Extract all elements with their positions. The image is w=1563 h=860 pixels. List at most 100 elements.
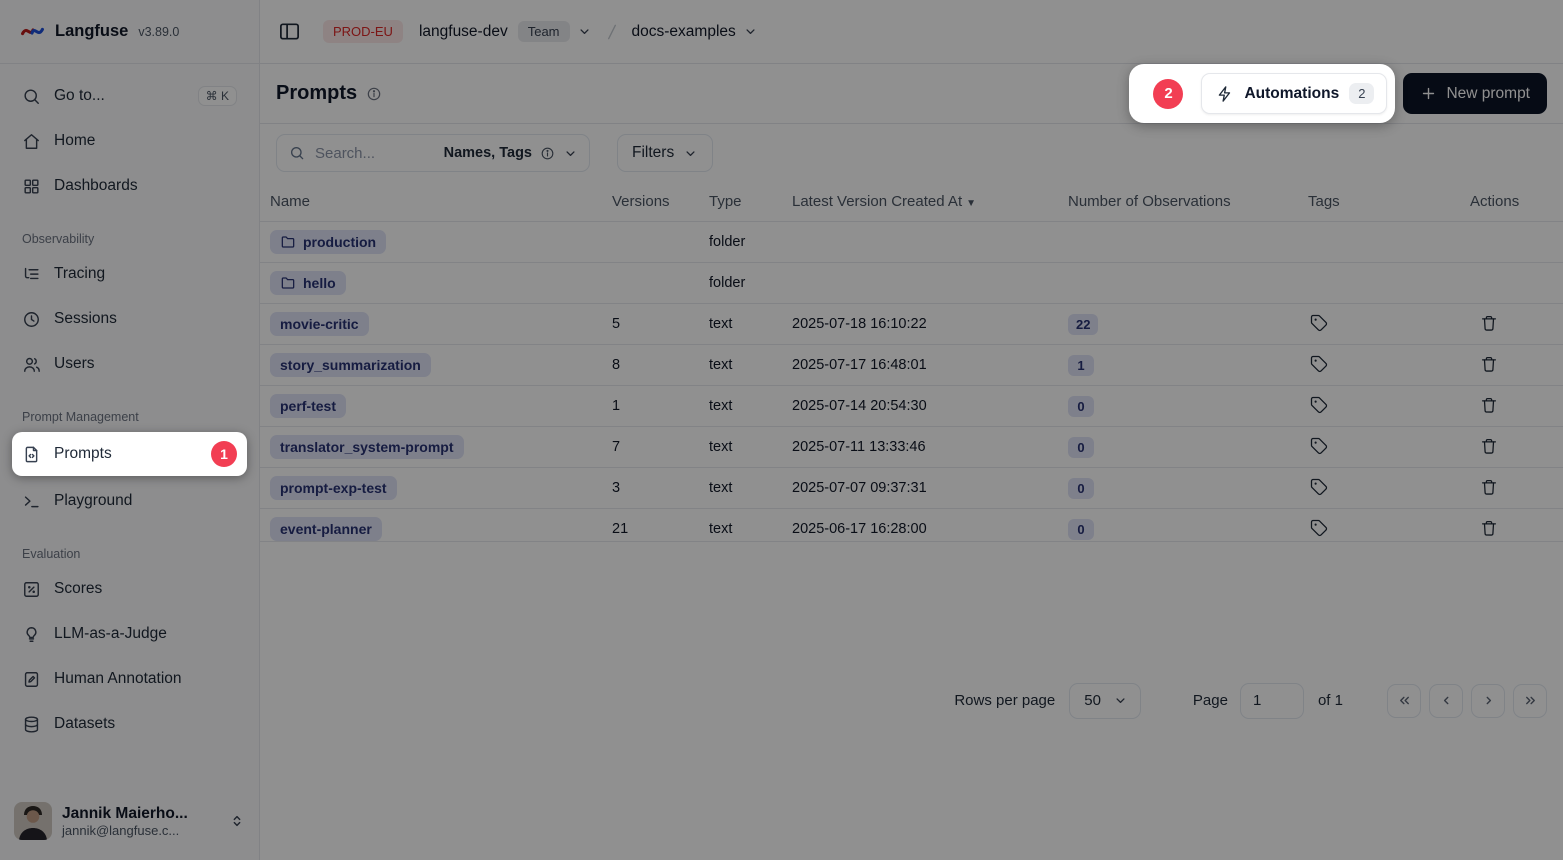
table-row[interactable]: productionfolder xyxy=(260,222,1563,263)
search-input[interactable] xyxy=(315,145,444,162)
prompt-name-badge[interactable]: movie-critic xyxy=(270,312,369,336)
prompt-name-badge[interactable]: perf-test xyxy=(270,394,346,418)
delete-prompt-button[interactable] xyxy=(1478,517,1500,539)
trash-icon xyxy=(1480,314,1498,332)
user-menu[interactable]: Jannik Maierho... jannik@langfuse.c... xyxy=(0,782,259,860)
prompt-name-badge[interactable]: translator_system-prompt xyxy=(270,435,464,459)
search-box[interactable]: Names, Tags xyxy=(276,134,590,172)
observations-cell: 0 xyxy=(1068,478,1308,499)
actions-cell xyxy=(1470,517,1563,541)
versions-cell: 5 xyxy=(612,316,709,332)
table-row[interactable]: story_summarization8text2025-07-17 16:48… xyxy=(260,345,1563,386)
table-row[interactable]: translator_system-prompt7text2025-07-11 … xyxy=(260,427,1563,468)
name-cell: event-planner xyxy=(270,517,612,541)
table-row[interactable]: movie-critic5text2025-07-18 16:10:2222 xyxy=(260,304,1563,345)
next-page-button[interactable] xyxy=(1471,684,1505,718)
table-row[interactable]: perf-test1text2025-07-14 20:54:300 xyxy=(260,386,1563,427)
tag-icon xyxy=(1310,396,1328,414)
filters-button[interactable]: Filters xyxy=(617,134,713,172)
plus-icon xyxy=(1420,85,1437,102)
chevron-down-icon[interactable] xyxy=(743,24,758,39)
sidebar-item-sessions[interactable]: Sessions xyxy=(12,299,247,339)
observations-badge[interactable]: 1 xyxy=(1068,355,1094,376)
sidebar-item-datasets[interactable]: Datasets xyxy=(12,704,247,744)
sidebar-item-tracing[interactable]: Tracing xyxy=(12,254,247,294)
filters-label: Filters xyxy=(632,144,674,162)
sidebar-toggle-icon[interactable] xyxy=(278,20,301,43)
org-name[interactable]: langfuse-dev xyxy=(419,23,508,41)
table-toolbar: Names, Tags Filters xyxy=(260,124,1563,182)
delete-prompt-button[interactable] xyxy=(1478,476,1500,498)
sidebar-item-llm-judge[interactable]: LLM-as-a-Judge xyxy=(12,614,247,654)
app-version: v3.89.0 xyxy=(138,25,179,39)
app-name: Langfuse xyxy=(55,22,128,41)
table-row[interactable]: event-planner21text2025-06-17 16:28:000 xyxy=(260,509,1563,541)
project-name[interactable]: docs-examples xyxy=(632,23,736,41)
latest-version-cell: 2025-07-07 09:37:31 xyxy=(792,480,1068,496)
edit-tags-button[interactable] xyxy=(1308,312,1330,334)
prompt-name-badge[interactable]: event-planner xyxy=(270,517,382,541)
automations-count-badge: 2 xyxy=(1349,83,1374,104)
sidebar-item-prompts[interactable]: Prompts 1 xyxy=(12,432,247,476)
delete-prompt-button[interactable] xyxy=(1478,353,1500,375)
delete-prompt-button[interactable] xyxy=(1478,312,1500,334)
table-row[interactable]: prompt-exp-test3text2025-07-07 09:37:310 xyxy=(260,468,1563,509)
edit-tags-button[interactable] xyxy=(1308,476,1330,498)
environment-badge[interactable]: PROD-EU xyxy=(323,20,403,43)
table-row[interactable]: hellofolder xyxy=(260,263,1563,304)
goto-search[interactable]: Go to... ⌘ K xyxy=(12,76,247,116)
observations-cell: 0 xyxy=(1068,396,1308,417)
column-header-latest-version[interactable]: Latest Version Created At▼ xyxy=(792,193,1068,210)
last-page-button[interactable] xyxy=(1513,684,1547,718)
edit-tags-button[interactable] xyxy=(1308,394,1330,416)
automations-button[interactable]: Automations 2 xyxy=(1201,73,1387,114)
type-cell: text xyxy=(709,357,792,373)
tags-cell xyxy=(1308,435,1470,459)
user-email: jannik@langfuse.c... xyxy=(62,823,219,838)
column-header-type: Type xyxy=(709,193,792,210)
first-page-button[interactable] xyxy=(1387,684,1421,718)
info-icon[interactable] xyxy=(366,86,382,102)
folder-icon xyxy=(280,275,296,291)
annotation-step-2: 2 xyxy=(1153,79,1183,109)
tags-cell xyxy=(1308,353,1470,377)
actions-cell xyxy=(1470,476,1563,500)
sidebar-item-dashboards[interactable]: Dashboards xyxy=(12,166,247,206)
search-scope-dropdown[interactable]: Names, Tags xyxy=(444,145,578,161)
observations-badge[interactable]: 22 xyxy=(1068,314,1098,335)
delete-prompt-button[interactable] xyxy=(1478,394,1500,416)
rows-per-page-select[interactable]: 50 xyxy=(1069,683,1141,719)
prev-page-button[interactable] xyxy=(1429,684,1463,718)
prompt-name-badge[interactable]: prompt-exp-test xyxy=(270,476,397,500)
observations-badge[interactable]: 0 xyxy=(1068,478,1094,499)
latest-version-cell: 2025-07-18 16:10:22 xyxy=(792,316,1068,332)
edit-tags-button[interactable] xyxy=(1308,435,1330,457)
new-prompt-button[interactable]: New prompt xyxy=(1403,73,1547,114)
delete-prompt-button[interactable] xyxy=(1478,435,1500,457)
prompt-name: movie-critic xyxy=(280,316,359,332)
sidebar-item-playground[interactable]: Playground xyxy=(12,481,247,521)
observations-badge[interactable]: 0 xyxy=(1068,396,1094,417)
sidebar-item-home[interactable]: Home xyxy=(12,121,247,161)
sidebar-item-label: Dashboards xyxy=(54,177,138,195)
prompt-name-badge[interactable]: story_summarization xyxy=(270,353,431,377)
prompt-name-badge[interactable]: hello xyxy=(270,271,346,295)
prompt-name: hello xyxy=(303,275,336,291)
sidebar-item-scores[interactable]: Scores xyxy=(12,569,247,609)
prompt-name-badge[interactable]: production xyxy=(270,230,386,254)
observations-badge[interactable]: 0 xyxy=(1068,437,1094,458)
column-header-actions: Actions xyxy=(1470,193,1563,210)
edit-tags-button[interactable] xyxy=(1308,353,1330,375)
name-cell: translator_system-prompt xyxy=(270,435,612,459)
trash-icon xyxy=(1480,478,1498,496)
sidebar-item-human-annotation[interactable]: Human Annotation xyxy=(12,659,247,699)
chevrons-up-down-icon xyxy=(229,813,245,829)
sidebar-item-users[interactable]: Users xyxy=(12,344,247,384)
sidebar: Langfuse v3.89.0 Go to... ⌘ K Home Dashb… xyxy=(0,0,260,860)
observations-badge[interactable]: 0 xyxy=(1068,519,1094,540)
edit-tags-button[interactable] xyxy=(1308,517,1330,539)
trash-icon xyxy=(1480,396,1498,414)
pagination-bar: Rows per page 50 Page of 1 xyxy=(260,541,1563,860)
page-number-input[interactable] xyxy=(1240,683,1304,719)
chevron-down-icon[interactable] xyxy=(577,24,592,39)
